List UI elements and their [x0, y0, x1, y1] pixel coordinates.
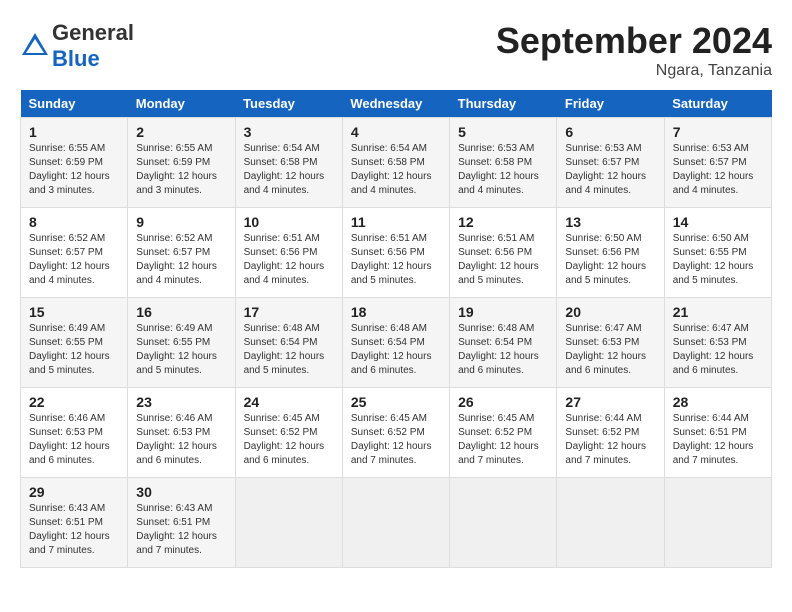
calendar-cell-9: 9Sunrise: 6:52 AMSunset: 6:57 PMDaylight…	[128, 208, 235, 298]
calendar-cell-16: 16Sunrise: 6:49 AMSunset: 6:55 PMDayligh…	[128, 298, 235, 388]
header: General Blue September 2024 Ngara, Tanza…	[20, 20, 772, 80]
calendar-cell-24: 24Sunrise: 6:45 AMSunset: 6:52 PMDayligh…	[235, 388, 342, 478]
calendar-cell-4: 4Sunrise: 6:54 AMSunset: 6:58 PMDaylight…	[342, 118, 449, 208]
calendar-cell-empty-4-4	[450, 478, 557, 568]
calendar-cell-6: 6Sunrise: 6:53 AMSunset: 6:57 PMDaylight…	[557, 118, 664, 208]
calendar-cell-empty-4-3	[342, 478, 449, 568]
calendar-week-4: 22Sunrise: 6:46 AMSunset: 6:53 PMDayligh…	[21, 388, 772, 478]
calendar-cell-21: 21Sunrise: 6:47 AMSunset: 6:53 PMDayligh…	[664, 298, 771, 388]
calendar-week-5: 29Sunrise: 6:43 AMSunset: 6:51 PMDayligh…	[21, 478, 772, 568]
logo-icon	[20, 31, 50, 61]
col-header-saturday: Saturday	[664, 90, 771, 118]
calendar-cell-20: 20Sunrise: 6:47 AMSunset: 6:53 PMDayligh…	[557, 298, 664, 388]
calendar-cell-3: 3Sunrise: 6:54 AMSunset: 6:58 PMDaylight…	[235, 118, 342, 208]
calendar-cell-empty-4-6	[664, 478, 771, 568]
calendar-cell-empty-4-2	[235, 478, 342, 568]
calendar-cell-15: 15Sunrise: 6:49 AMSunset: 6:55 PMDayligh…	[21, 298, 128, 388]
calendar-cell-11: 11Sunrise: 6:51 AMSunset: 6:56 PMDayligh…	[342, 208, 449, 298]
calendar-cell-empty-4-5	[557, 478, 664, 568]
col-header-monday: Monday	[128, 90, 235, 118]
calendar-cell-19: 19Sunrise: 6:48 AMSunset: 6:54 PMDayligh…	[450, 298, 557, 388]
calendar-cell-22: 22Sunrise: 6:46 AMSunset: 6:53 PMDayligh…	[21, 388, 128, 478]
title-area: September 2024 Ngara, Tanzania	[496, 20, 772, 80]
header-row: SundayMondayTuesdayWednesdayThursdayFrid…	[21, 90, 772, 118]
calendar-cell-14: 14Sunrise: 6:50 AMSunset: 6:55 PMDayligh…	[664, 208, 771, 298]
calendar-week-1: 1Sunrise: 6:55 AMSunset: 6:59 PMDaylight…	[21, 118, 772, 208]
calendar-cell-12: 12Sunrise: 6:51 AMSunset: 6:56 PMDayligh…	[450, 208, 557, 298]
logo-general-text: General	[52, 20, 134, 45]
calendar-week-2: 8Sunrise: 6:52 AMSunset: 6:57 PMDaylight…	[21, 208, 772, 298]
calendar-cell-8: 8Sunrise: 6:52 AMSunset: 6:57 PMDaylight…	[21, 208, 128, 298]
month-title: September 2024	[496, 20, 772, 62]
calendar-cell-18: 18Sunrise: 6:48 AMSunset: 6:54 PMDayligh…	[342, 298, 449, 388]
calendar-cell-1: 1Sunrise: 6:55 AMSunset: 6:59 PMDaylight…	[21, 118, 128, 208]
calendar-cell-5: 5Sunrise: 6:53 AMSunset: 6:58 PMDaylight…	[450, 118, 557, 208]
calendar-cell-26: 26Sunrise: 6:45 AMSunset: 6:52 PMDayligh…	[450, 388, 557, 478]
col-header-wednesday: Wednesday	[342, 90, 449, 118]
calendar-cell-17: 17Sunrise: 6:48 AMSunset: 6:54 PMDayligh…	[235, 298, 342, 388]
calendar-cell-27: 27Sunrise: 6:44 AMSunset: 6:52 PMDayligh…	[557, 388, 664, 478]
calendar-cell-29: 29Sunrise: 6:43 AMSunset: 6:51 PMDayligh…	[21, 478, 128, 568]
col-header-sunday: Sunday	[21, 90, 128, 118]
calendar-cell-13: 13Sunrise: 6:50 AMSunset: 6:56 PMDayligh…	[557, 208, 664, 298]
calendar-table: SundayMondayTuesdayWednesdayThursdayFrid…	[20, 90, 772, 568]
calendar-cell-28: 28Sunrise: 6:44 AMSunset: 6:51 PMDayligh…	[664, 388, 771, 478]
calendar-cell-2: 2Sunrise: 6:55 AMSunset: 6:59 PMDaylight…	[128, 118, 235, 208]
calendar-cell-23: 23Sunrise: 6:46 AMSunset: 6:53 PMDayligh…	[128, 388, 235, 478]
col-header-friday: Friday	[557, 90, 664, 118]
calendar-cell-7: 7Sunrise: 6:53 AMSunset: 6:57 PMDaylight…	[664, 118, 771, 208]
logo-blue-text: Blue	[52, 46, 100, 71]
calendar-cell-25: 25Sunrise: 6:45 AMSunset: 6:52 PMDayligh…	[342, 388, 449, 478]
col-header-thursday: Thursday	[450, 90, 557, 118]
calendar-week-3: 15Sunrise: 6:49 AMSunset: 6:55 PMDayligh…	[21, 298, 772, 388]
calendar-cell-10: 10Sunrise: 6:51 AMSunset: 6:56 PMDayligh…	[235, 208, 342, 298]
logo: General Blue	[20, 20, 134, 72]
calendar-cell-30: 30Sunrise: 6:43 AMSunset: 6:51 PMDayligh…	[128, 478, 235, 568]
location: Ngara, Tanzania	[496, 62, 772, 80]
col-header-tuesday: Tuesday	[235, 90, 342, 118]
